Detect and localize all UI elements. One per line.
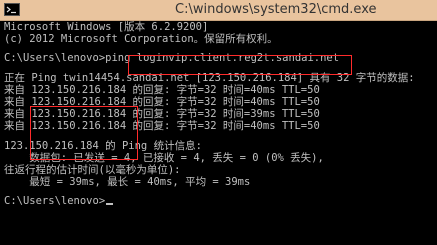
reply-text: 的回复: 字节=32 时间=40ms TTL=50: [132, 120, 320, 133]
reply-text: 的回复: 字节=32 时间=40ms TTL=50: [132, 83, 320, 96]
prompt: C:\Users\lenovo>: [4, 52, 106, 65]
reply-ip: 123.150.216.184: [31, 120, 127, 133]
header-line-1: Microsoft Windows [版本 6.2.9200]: [4, 21, 209, 33]
reply-prefix: 来自: [4, 95, 25, 108]
reply-line: 来自 123.150.216.184 的回复: 字节=32 时间=40ms TT…: [4, 84, 435, 96]
reply-line: 来自 123.150.216.184 的回复: 字节=32 时间=39ms TT…: [4, 108, 435, 120]
window-titlebar[interactable]: C:\windows\system32\cmd.exe: [0, 0, 437, 21]
reply-text: 的回复: 字节=32 时间=40ms TTL=50: [132, 95, 320, 108]
window-title: C:\windows\system32\cmd.exe: [175, 2, 377, 17]
reply-text: 的回复: 字节=32 时间=39ms TTL=50: [132, 108, 320, 121]
reply-line: 来自 123.150.216.184 的回复: 字节=32 时间=40ms TT…: [4, 96, 435, 108]
header-line-2: (c) 2012 Microsoft Corporation。保留所有权利。: [4, 33, 278, 46]
text-cursor: [106, 203, 114, 206]
reply-prefix: 来自: [4, 108, 25, 121]
ping-command-line: C:\Users\lenovo>ping loginvip.client.reg…: [4, 52, 435, 64]
stats-title: 123.150.216.184 的 Ping 统计信息:: [4, 139, 202, 152]
ping-header-line: 正在 Ping twin14454.sandai.net [123.150.21…: [4, 71, 415, 84]
final-prompt: C:\Users\lenovo>: [4, 195, 106, 208]
command-name: ping: [105, 52, 131, 65]
stats-rtt: 最短 = 39ms, 最长 = 40ms, 平均 = 39ms: [4, 176, 251, 189]
final-prompt-line: C:\Users\lenovo>: [4, 195, 435, 207]
reply-line: 来自 123.150.216.184 的回复: 字节=32 时间=40ms TT…: [4, 120, 435, 132]
reply-ip: 123.150.216.184: [31, 95, 127, 108]
reply-prefix: 来自: [4, 120, 25, 133]
reply-ip: 123.150.216.184: [31, 108, 127, 121]
console-output[interactable]: Microsoft Windows [版本 6.2.9200] (c) 2012…: [4, 21, 435, 245]
stats-rtt-title: 往返行程的估计时间(以毫秒为单位):: [4, 163, 181, 176]
reply-ip: 123.150.216.184: [31, 83, 127, 96]
command-arg: loginvip.client.reg2t.sandai.net: [136, 52, 340, 65]
stats-packets: 数据包: 已发送 = 4, 已接收 = 4, 丢失 = 0 (0% 丢失),: [4, 151, 324, 164]
reply-prefix: 来自: [4, 83, 25, 96]
cmd-icon: [4, 3, 20, 16]
